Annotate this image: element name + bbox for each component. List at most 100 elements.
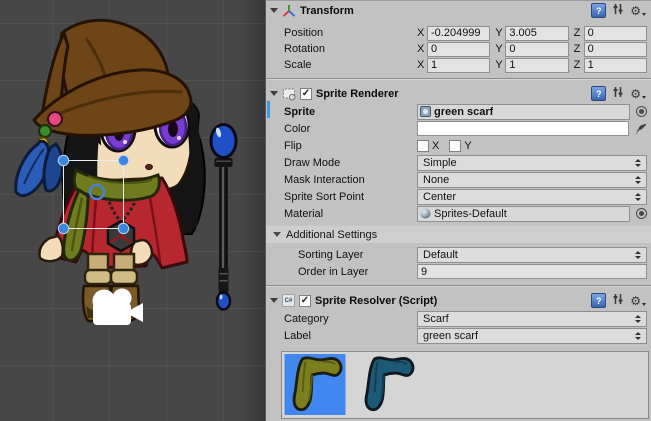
sprite-label: Sprite [284, 106, 417, 118]
dropdown-arrows-icon [631, 332, 641, 340]
sprite-sort-point-dropdown[interactable]: Center [417, 189, 647, 205]
sprite-thumbnail-panel [281, 351, 649, 419]
category-row: Category Scarf [266, 310, 651, 327]
sprite-thumbnail-icon [420, 106, 431, 117]
position-z-field[interactable] [584, 26, 647, 41]
rotation-x-field[interactable] [427, 42, 490, 57]
material-row: Material Sprites-Default [266, 205, 651, 222]
foldout-arrow-icon[interactable] [273, 232, 281, 237]
additional-settings-label: Additional Settings [286, 229, 377, 241]
mask-interaction-row: Mask Interaction None [266, 171, 651, 188]
color-label: Color [284, 123, 417, 135]
sorting-layer-label: Sorting Layer [284, 249, 417, 261]
sprite-object-field[interactable]: green scarf [417, 104, 630, 120]
scale-z-field[interactable] [584, 58, 647, 73]
blue-scarf-thumbnail[interactable] [356, 354, 418, 415]
unity-editor-window: Transform ? ⚙ Position X [0, 0, 651, 421]
dropdown-arrows-icon [631, 251, 641, 259]
sprite-renderer-header[interactable]: ✓ Sprite Renderer ? ⚙ [266, 84, 651, 103]
component-title: Sprite Resolver (Script) [315, 295, 437, 307]
enabled-checkbox[interactable]: ✓ [300, 88, 312, 100]
draw-mode-row: Draw Mode Simple [266, 154, 651, 171]
settings-gear-icon[interactable]: ⚙ [630, 5, 646, 17]
help-icon[interactable]: ? [591, 86, 606, 101]
dropdown-arrows-icon [631, 159, 641, 167]
order-in-layer-field[interactable] [417, 264, 647, 279]
axis-x-label: X [417, 59, 427, 71]
object-picker-icon[interactable] [636, 208, 647, 219]
sprite-renderer-icon [282, 87, 296, 101]
sorting-layer-dropdown[interactable]: Default [417, 247, 647, 263]
category-label: Category [284, 313, 417, 325]
transform-icon [282, 4, 296, 18]
component-title: Transform [300, 5, 354, 17]
material-label: Material [284, 208, 417, 220]
flip-row: Flip X Y [266, 137, 651, 154]
flip-y-checkbox[interactable] [449, 140, 461, 152]
green-bead [39, 125, 51, 137]
scene-view[interactable] [0, 0, 265, 421]
enabled-checkbox[interactable]: ✓ [299, 295, 311, 307]
label-dropdown[interactable]: green scarf [417, 328, 647, 344]
help-icon[interactable]: ? [591, 293, 606, 308]
position-y-field[interactable] [505, 26, 568, 41]
order-in-layer-row: Order in Layer [266, 263, 651, 280]
draw-mode-dropdown[interactable]: Simple [417, 155, 647, 171]
axis-y-label: Y [495, 43, 505, 55]
rotation-y-field[interactable] [505, 42, 568, 57]
eyedropper-icon[interactable] [635, 123, 647, 135]
character-sprite[interactable] [16, 20, 205, 321]
label-label: Label [284, 330, 417, 342]
help-icon[interactable]: ? [591, 3, 606, 18]
foldout-arrow-icon[interactable] [270, 91, 278, 96]
flip-y-label: Y [464, 140, 471, 152]
flip-x-checkbox[interactable] [417, 140, 429, 152]
sorting-layer-row: Sorting Layer Default [266, 246, 651, 263]
sprite-resolver-header[interactable]: C# ✓ Sprite Resolver (Script) ? ⚙ [266, 291, 651, 310]
sprite-sort-point-row: Sprite Sort Point Center [266, 188, 651, 205]
transform-header[interactable]: Transform ? ⚙ [266, 1, 651, 20]
presets-icon[interactable] [612, 86, 624, 101]
handle-top-left[interactable] [58, 155, 68, 165]
pink-bead [48, 112, 62, 126]
presets-icon[interactable] [612, 293, 624, 308]
axis-z-label: Z [574, 27, 584, 39]
staff-sprite[interactable] [211, 125, 236, 310]
object-picker-icon[interactable] [636, 106, 647, 117]
position-row: Position X Y Z [266, 25, 651, 41]
settings-gear-icon[interactable]: ⚙ [630, 295, 646, 307]
position-label: Position [284, 27, 417, 39]
material-sphere-icon [420, 208, 431, 219]
axis-z-label: Z [574, 59, 584, 71]
sprite-sort-point-label: Sprite Sort Point [284, 191, 417, 203]
scale-y-field[interactable] [505, 58, 568, 73]
flip-label: Flip [284, 140, 417, 152]
scene-canvas [0, 0, 265, 421]
scale-x-field[interactable] [427, 58, 490, 73]
draw-mode-label: Draw Mode [284, 157, 417, 169]
label-row: Label green scarf [266, 327, 651, 344]
rotation-z-field[interactable] [584, 42, 647, 57]
handle-top-right[interactable] [118, 155, 128, 165]
dropdown-arrows-icon [631, 176, 641, 184]
green-scarf-thumbnail[interactable] [284, 354, 346, 415]
material-object-field[interactable]: Sprites-Default [417, 206, 630, 222]
position-x-field[interactable] [427, 26, 490, 41]
category-dropdown[interactable]: Scarf [417, 311, 647, 327]
presets-icon[interactable] [612, 3, 624, 18]
rotation-row: Rotation X Y Z [266, 41, 651, 57]
mask-interaction-dropdown[interactable]: None [417, 172, 647, 188]
mask-interaction-label: Mask Interaction [284, 174, 417, 186]
handle-bottom-left[interactable] [58, 223, 68, 233]
foldout-arrow-icon[interactable] [270, 8, 278, 13]
settings-gear-icon[interactable]: ⚙ [630, 88, 646, 100]
foldout-arrow-icon[interactable] [270, 298, 278, 303]
color-swatch[interactable] [417, 121, 629, 136]
mouth [146, 164, 153, 169]
additional-settings-foldout[interactable]: Additional Settings [266, 225, 651, 243]
sprite-row: Sprite green scarf [266, 103, 651, 120]
axis-x-label: X [417, 27, 427, 39]
material-value: Sprites-Default [434, 208, 507, 220]
handle-bottom-right[interactable] [118, 223, 128, 233]
axis-z-label: Z [574, 43, 584, 55]
